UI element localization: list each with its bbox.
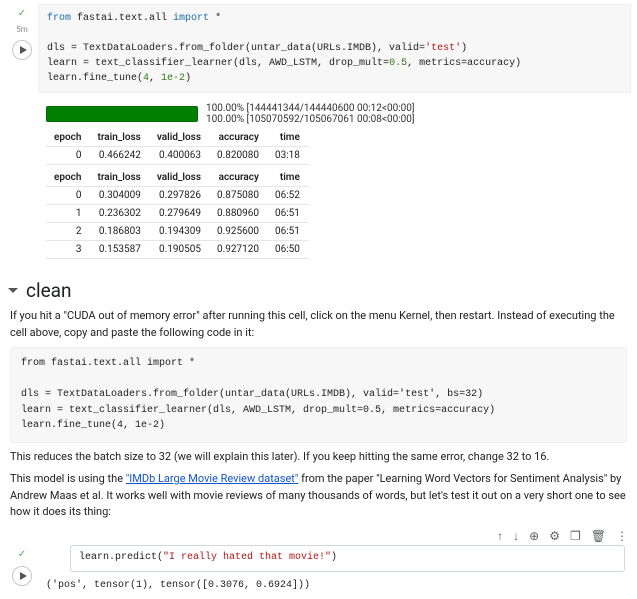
col-accuracy: accuracy (209, 129, 267, 147)
cell-gutter: ✓ 5m (6, 4, 38, 60)
table-row: 10.2363020.2796490.88096006:51 (46, 205, 308, 223)
check-icon: ✓ (18, 549, 26, 560)
paragraph: If you hit a "CUDA out of memory error" … (10, 308, 627, 341)
col-train-loss: train_loss (89, 129, 148, 147)
col-train-loss: train_loss (89, 169, 148, 187)
col-valid-loss: valid_loss (149, 129, 209, 147)
progress-text-1: 100.00% [144441344/144440600 00:12<00:00… (206, 103, 415, 114)
col-time: time (267, 169, 308, 187)
link-icon[interactable]: ⊕ (529, 529, 539, 543)
paragraph: This model is using the "IMDb Large Movi… (10, 471, 627, 521)
training-table-1: epoch train_loss valid_loss accuracy tim… (46, 129, 308, 165)
trash-icon[interactable]: 🗑 (591, 529, 606, 543)
code-cell-1: ✓ 5m from fastai.text.all import * dls =… (6, 4, 631, 263)
col-epoch: epoch (46, 169, 89, 187)
code-snippet: from fastai.text.all import * dls = Text… (10, 347, 627, 443)
paragraph: This reduces the batch size to 32 (we wi… (10, 449, 627, 466)
gear-icon[interactable]: ⚙ (549, 529, 560, 543)
section-header[interactable]: clean (8, 279, 629, 302)
col-valid-loss: valid_loss (149, 169, 209, 187)
col-accuracy: accuracy (209, 169, 267, 187)
move-up-icon[interactable]: ↑ (497, 529, 503, 543)
col-time: time (267, 129, 308, 147)
table-row: 20.1868030.1943090.92560006:51 (46, 223, 308, 241)
move-down-icon[interactable]: ↓ (513, 529, 519, 543)
section-title: clean (26, 279, 71, 302)
table-row: 30.1535870.1905050.92712006:50 (46, 241, 308, 259)
progress-text-2: 100.00% [105070592/105067061 00:08<00:00… (206, 114, 415, 125)
chevron-down-icon (8, 288, 18, 293)
imdb-dataset-link[interactable]: "IMDb Large Movie Review dataset" (126, 472, 299, 485)
cell-output: 100.00% [144441344/144440600 00:12<00:00… (38, 93, 631, 263)
table-row: 00.3040090.2978260.87508006:52 (46, 187, 308, 205)
cell-output: ('pos', tensor(1), tensor([0.3076, 0.692… (38, 576, 631, 595)
run-cell-button[interactable] (12, 566, 32, 586)
elapsed-label: 5m (16, 25, 28, 34)
check-icon: ✓ (18, 8, 26, 19)
cell-gutter: ✓ (6, 545, 38, 586)
code-cell-2: ✓ learn.predict("I really hated that mov… (6, 545, 631, 595)
mirror-icon[interactable]: ❐ (570, 529, 581, 543)
col-epoch: epoch (46, 129, 89, 147)
progress-bar (46, 106, 198, 122)
code-editor[interactable]: learn.predict("I really hated that movie… (71, 548, 624, 567)
training-table-2: epoch train_loss valid_loss accuracy tim… (46, 169, 308, 259)
table-row: 0 0.466242 0.400063 0.820080 03:18 (46, 147, 308, 165)
code-editor[interactable]: from fastai.text.all import * dls = Text… (38, 4, 631, 93)
run-cell-button[interactable] (12, 40, 32, 60)
more-icon[interactable]: ⋮ (616, 529, 627, 543)
cell-toolbar: ↑ ↓ ⊕ ⚙ ❐ 🗑 ⋮ (0, 527, 637, 543)
